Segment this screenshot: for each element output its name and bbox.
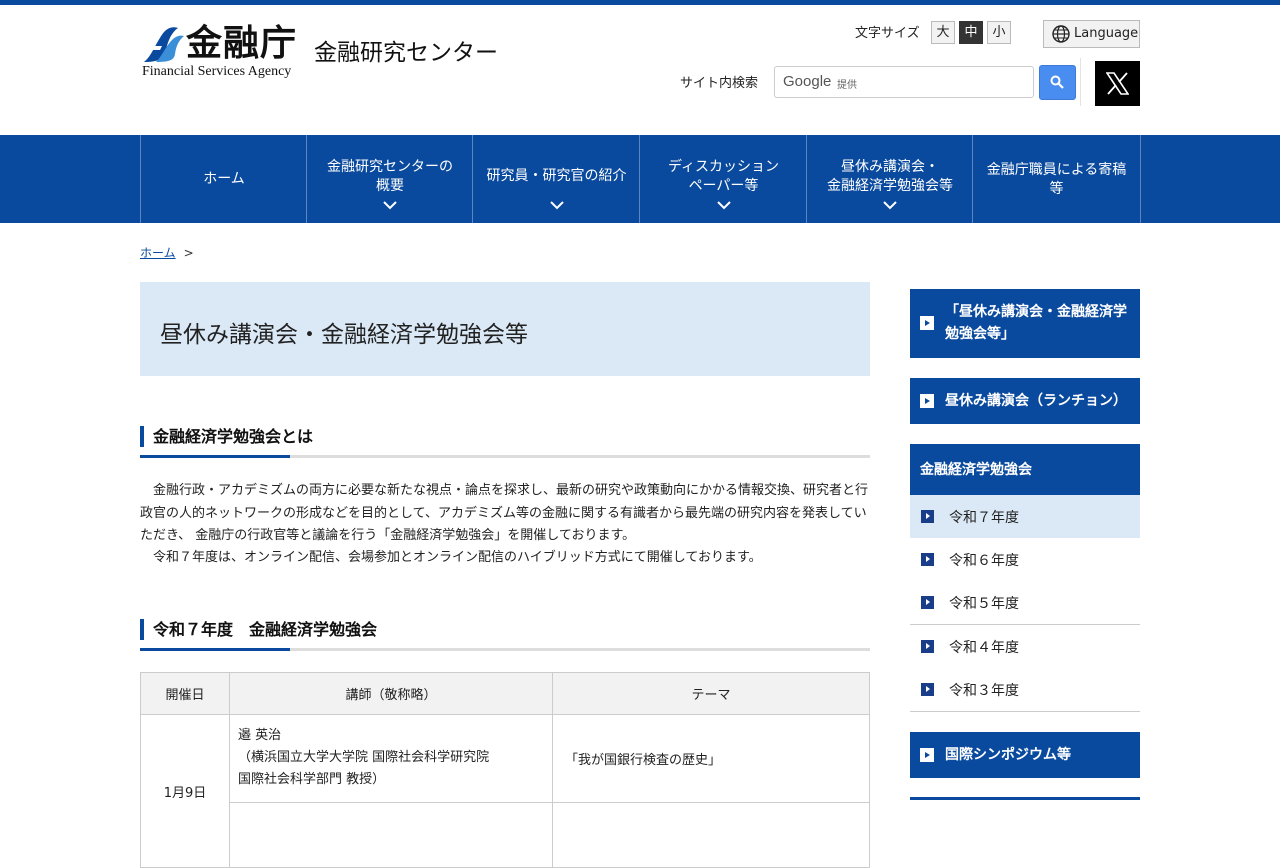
sidebar-link-label: 「昼休み講演会・金融経済学 勉強会等」 (945, 304, 1127, 342)
x-social-link[interactable] (1095, 61, 1140, 106)
sidebar-item-r6[interactable]: 令和６年度 (910, 538, 1140, 582)
table-cell-speaker (229, 801, 553, 868)
table-cell-date: 1月9日 (140, 714, 230, 868)
sidebar-link-lectures-top[interactable]: 「昼休み講演会・金融経済学 勉強会等」 (910, 289, 1140, 358)
google-brand-text: Google (783, 73, 832, 90)
top-accent-line (0, 0, 1280, 5)
arrow-right-icon (921, 640, 934, 653)
search-icon (1050, 75, 1064, 89)
section-heading-text: 令和７年度 金融経済学勉強会 (153, 620, 378, 639)
font-size-large-button[interactable]: 大 (931, 21, 955, 44)
nav-item-home[interactable]: ホーム (140, 135, 307, 223)
nav-item-lectures[interactable]: 昼休み講演会・ 金融経済学勉強会等 (806, 135, 973, 223)
about-paragraph-2: 令和７年度は、オンライン配信、会場参加とオンライン配信のハイブリッド方式にて開催… (140, 550, 762, 565)
nav-item-discussion-papers[interactable]: ディスカッション ペーパー等 (639, 135, 807, 223)
study-session-table: 開催日 講師（敬称略） テーマ 1月9日 邉 英治 （横浜国立大学大学院 国際社… (140, 672, 870, 868)
sidebar-section-heading-text: 金融経済学勉強会 (920, 462, 1032, 478)
arrow-right-icon (921, 510, 934, 523)
sidebar-item-r4[interactable]: 令和４年度 (910, 625, 1140, 669)
heading-underline-accent (140, 455, 290, 458)
sidebar-link-label: 国際シンポジウム等 (945, 747, 1071, 763)
font-size-medium-button[interactable]: 中 (959, 21, 983, 44)
table-header-theme: テーマ (552, 672, 870, 715)
chevron-down-icon (716, 201, 731, 210)
table-header-date: 開催日 (140, 672, 230, 715)
nav-item-label: 昼休み講演会・ 金融経済学勉強会等 (827, 159, 953, 194)
page-title: 昼休み講演会・金融経済学勉強会等 (160, 322, 528, 348)
arrow-right-icon (920, 316, 934, 330)
table-cell-theme[interactable]: 「我が国銀行検査の歴史」 (552, 714, 870, 803)
chevron-down-icon (383, 201, 397, 210)
header-divider (1080, 58, 1081, 106)
sidebar-item-label: 令和５年度 (949, 596, 1019, 612)
heading-accent-bar (140, 619, 144, 640)
sidebar-item-label: 令和７年度 (949, 510, 1019, 526)
sidebar-item-label: 令和４年度 (949, 640, 1019, 656)
speaker-affiliation: （横浜国立大学大学院 国際社会科学研究院 (238, 750, 490, 766)
heading-underline-accent (140, 648, 290, 651)
fsa-emblem-icon (144, 27, 184, 62)
section-heading-about: 金融経済学勉強会とは (140, 426, 870, 458)
nav-item-label: 金融庁職員による寄稿 等 (986, 162, 1127, 197)
heading-accent-bar (140, 426, 144, 447)
sidebar-item-label: 令和３年度 (949, 683, 1019, 699)
sidebar-link-luncheon[interactable]: 昼休み講演会（ランチョン） (910, 378, 1140, 424)
chevron-down-icon (883, 201, 897, 210)
nav-item-center-overview[interactable]: 金融研究センターの 概要 (306, 135, 473, 223)
font-size-small-button[interactable]: 小 (987, 21, 1011, 44)
search-button[interactable] (1039, 65, 1076, 100)
breadcrumb-home-link[interactable]: ホーム (140, 246, 176, 260)
table-row: 1月9日 邉 英治 （横浜国立大学大学院 国際社会科学研究院 国際社会科学部門 … (140, 714, 870, 868)
table-cell-theme (552, 801, 870, 868)
about-paragraph: 金融行政・アカデミズムの両方に必要な新たな視点・論点を探求し、最新の研究や政策動… (140, 483, 869, 543)
nav-item-label: 研究員・研究官の紹介 (486, 168, 627, 184)
chevron-down-icon (549, 201, 564, 210)
site-search-label: サイト内検索 (680, 76, 759, 91)
font-size-label: 文字サイズ (855, 26, 920, 41)
site-name: 金融研究センター (314, 40, 498, 66)
section-heading-r7: 令和７年度 金融経済学勉強会 (140, 619, 870, 651)
breadcrumb-separator: > (183, 246, 194, 260)
nav-item-label: ホーム (203, 171, 245, 187)
nav-item-staff-contributions[interactable]: 金融庁職員による寄稿 等 (972, 135, 1141, 223)
table-cell-speaker: 邉 英治 （横浜国立大学大学院 国際社会科学研究院 国際社会科学部門 教授） (229, 714, 553, 803)
search-input[interactable]: Google 提供 (774, 66, 1034, 98)
nav-item-label: ディスカッション ペーパー等 (667, 159, 780, 194)
logo-english-text: Financial Services Agency (142, 64, 292, 79)
globe-icon (1052, 25, 1070, 43)
table-header-row: 開催日 講師（敬称略） テーマ (140, 672, 870, 715)
page-title-banner: 昼休み講演会・金融経済学勉強会等 (140, 282, 870, 376)
table-row (141, 801, 870, 868)
sidebar-item-r7[interactable]: 令和７年度 (910, 495, 1140, 539)
sidebar-item-r5[interactable]: 令和５年度 (910, 581, 1140, 625)
nav-item-researchers[interactable]: 研究員・研究官の紹介 (472, 135, 640, 223)
language-button[interactable]: Language (1043, 20, 1140, 48)
section-heading-text: 金融経済学勉強会とは (153, 427, 314, 446)
speaker-name: 邉 英治 (238, 728, 282, 744)
sidebar-link-label: 昼休み講演会（ランチョン） (945, 393, 1127, 409)
arrow-right-icon (920, 394, 934, 408)
arrow-right-icon (921, 596, 934, 609)
sidebar-item-label: 令和６年度 (949, 553, 1019, 569)
nav-item-label: 金融研究センターの 概要 (327, 159, 453, 194)
language-label: Language (1074, 26, 1139, 41)
arrow-right-icon (921, 683, 934, 696)
arrow-right-icon (920, 748, 934, 762)
sidebar-section-heading: 金融経済学勉強会 (910, 444, 1140, 495)
speaker-position: 国際社会科学部門 教授） (238, 772, 386, 788)
global-nav: ホーム 金融研究センターの 概要 研究員・研究官の紹介 ディスカッション ペーパ… (0, 135, 1280, 223)
fsa-logo[interactable]: 金融庁 Financial Services Agency 金融研究センター (142, 23, 532, 82)
table-header-speaker: 講師（敬称略） (229, 672, 553, 715)
x-logo-icon (1106, 72, 1129, 95)
sidebar-item-r3[interactable]: 令和３年度 (910, 668, 1140, 712)
google-brand-suffix: 提供 (837, 80, 857, 91)
arrow-right-icon (921, 553, 934, 566)
breadcrumb: ホーム > (140, 244, 194, 261)
sidebar-link-symposium[interactable]: 国際シンポジウム等 (910, 732, 1140, 778)
logo-text: 金融庁 (186, 23, 298, 64)
